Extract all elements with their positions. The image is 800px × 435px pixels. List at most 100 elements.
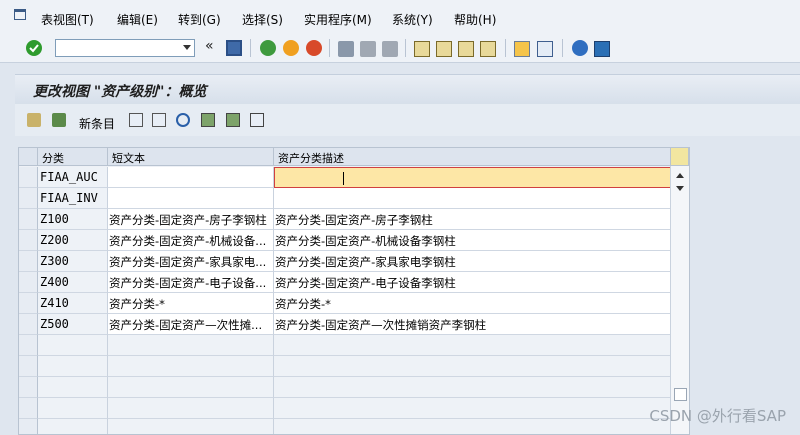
cell-class[interactable]: FIAA_INV (38, 188, 108, 209)
table-row: Z200 资产分类-固定资产-机械设备... 资产分类-固定资产-机械设备李钢柱 (19, 230, 671, 251)
title-bar: 更改视图 "资产级别"：概览 (15, 74, 800, 105)
table-row: Z410 资产分类-* 资产分类-* (19, 293, 671, 314)
help-icon[interactable] (572, 40, 588, 56)
cell-description[interactable] (274, 167, 671, 188)
table-settings-icon[interactable] (671, 148, 689, 166)
window-menu-icon[interactable] (14, 9, 26, 20)
copy-icon[interactable] (129, 113, 143, 127)
column-header-class[interactable]: 分类 (38, 148, 108, 166)
select-all-icon[interactable] (201, 113, 215, 127)
menu-selection[interactable]: 选择(S) (242, 11, 283, 28)
cell-class[interactable]: Z410 (38, 293, 108, 314)
row-selector-header[interactable] (19, 148, 38, 166)
menu-edit[interactable]: 编辑(E) (117, 11, 158, 28)
next-page-icon[interactable] (458, 41, 474, 57)
command-field[interactable] (55, 39, 195, 57)
cell-description[interactable]: 资产分类-* (274, 293, 671, 314)
row-selector[interactable] (19, 293, 38, 314)
cell-description (274, 398, 671, 419)
row-selector[interactable] (19, 314, 38, 335)
menu-bar: 表视图(T) 编辑(E) 转到(G) 选择(S) 实用程序(M) 系统(Y) 帮… (0, 0, 800, 34)
first-page-icon[interactable] (414, 41, 430, 57)
cancel-icon[interactable] (306, 40, 322, 56)
layout-menu-icon[interactable] (594, 41, 610, 57)
cell-short-text (108, 377, 274, 398)
cell-description[interactable]: 资产分类-固定资产-电子设备李钢柱 (274, 272, 671, 293)
column-header-description[interactable]: 资产分类描述 (274, 148, 671, 166)
print-icon[interactable] (338, 41, 354, 57)
text-caret (343, 172, 344, 185)
select-block-icon[interactable] (226, 113, 240, 127)
scroll-thumb[interactable] (674, 388, 687, 401)
table-row: Z400 资产分类-固定资产-电子设备... 资产分类-固定资产-电子设备李钢柱 (19, 272, 671, 293)
cell-class[interactable]: Z300 (38, 251, 108, 272)
column-header-short-text[interactable]: 短文本 (108, 148, 274, 166)
scroll-up-icon[interactable] (671, 168, 689, 198)
menu-utilities[interactable]: 实用程序(M) (304, 11, 372, 28)
menu-help[interactable]: 帮助(H) (454, 11, 496, 28)
row-selector[interactable] (19, 377, 38, 398)
cell-description[interactable]: 资产分类-固定资产-房子李钢柱 (274, 209, 671, 230)
cell-class[interactable]: Z400 (38, 272, 108, 293)
row-selector[interactable] (19, 251, 38, 272)
row-selector[interactable] (19, 167, 38, 188)
row-selector[interactable] (19, 230, 38, 251)
row-selector[interactable] (19, 398, 38, 419)
cell-short-text[interactable]: 资产分类-固定资产—次性摊... (108, 314, 274, 335)
last-page-icon[interactable] (480, 41, 496, 57)
cell-class[interactable]: Z100 (38, 209, 108, 230)
vertical-scrollbar[interactable] (670, 166, 689, 434)
toolbar-separator (329, 39, 330, 57)
cell-description[interactable]: 资产分类-固定资产-机械设备李钢柱 (274, 230, 671, 251)
menu-goto[interactable]: 转到(G) (178, 11, 221, 28)
row-selector[interactable] (19, 335, 38, 356)
cell-description[interactable]: 资产分类-固定资产—次性摊销资产李钢柱 (274, 314, 671, 335)
find-icon[interactable] (360, 41, 376, 57)
toolbar-separator (250, 39, 251, 57)
table-row: FIAA_INV (19, 188, 671, 209)
save-icon[interactable] (226, 40, 242, 56)
cell-description (274, 356, 671, 377)
row-selector[interactable] (19, 209, 38, 230)
cell-short-text[interactable]: 资产分类-固定资产-电子设备... (108, 272, 274, 293)
table-row (19, 377, 671, 398)
cell-short-text[interactable]: 资产分类-固定资产-家具家电... (108, 251, 274, 272)
menu-table-view[interactable]: 表视图(T) (41, 11, 94, 28)
cell-description[interactable]: 资产分类-固定资产-家具家电李钢柱 (274, 251, 671, 272)
table-row (19, 335, 671, 356)
cell-class[interactable]: Z500 (38, 314, 108, 335)
details-icon[interactable] (52, 113, 66, 127)
cell-short-text[interactable]: 资产分类-固定资产-房子李钢柱 (108, 209, 274, 230)
history-icon[interactable]: « (205, 38, 214, 54)
previous-page-icon[interactable] (436, 41, 452, 57)
find-next-icon[interactable] (382, 41, 398, 57)
menu-system[interactable]: 系统(Y) (392, 11, 433, 28)
cell-description[interactable] (274, 188, 671, 209)
cell-short-text[interactable]: 资产分类-固定资产-机械设备... (108, 230, 274, 251)
cell-class (38, 377, 108, 398)
command-dropdown-icon[interactable] (183, 45, 191, 50)
cell-short-text[interactable] (108, 167, 274, 188)
back-icon[interactable] (260, 40, 276, 56)
cell-short-text[interactable]: 资产分类-* (108, 293, 274, 314)
delete-icon[interactable] (152, 113, 166, 127)
cell-class[interactable]: Z200 (38, 230, 108, 251)
new-session-icon[interactable] (514, 41, 530, 57)
deselect-all-icon[interactable] (250, 113, 264, 127)
cell-short-text[interactable] (108, 188, 274, 209)
cell-class[interactable]: FIAA_AUC (38, 167, 108, 188)
undo-icon[interactable] (176, 113, 190, 127)
display-change-icon[interactable] (27, 113, 41, 127)
cell-description (274, 377, 671, 398)
cell-short-text (108, 419, 274, 434)
row-selector[interactable] (19, 272, 38, 293)
table-row: Z300 资产分类-固定资产-家具家电... 资产分类-固定资产-家具家电李钢柱 (19, 251, 671, 272)
row-selector[interactable] (19, 188, 38, 209)
row-selector[interactable] (19, 419, 38, 434)
exit-icon[interactable] (283, 40, 299, 56)
shortcut-icon[interactable] (537, 41, 553, 57)
new-entries-button[interactable]: 新条目 (79, 115, 115, 132)
row-selector[interactable] (19, 356, 38, 377)
enter-icon[interactable] (26, 40, 42, 56)
watermark: CSDN @外行看SAP (649, 407, 786, 425)
